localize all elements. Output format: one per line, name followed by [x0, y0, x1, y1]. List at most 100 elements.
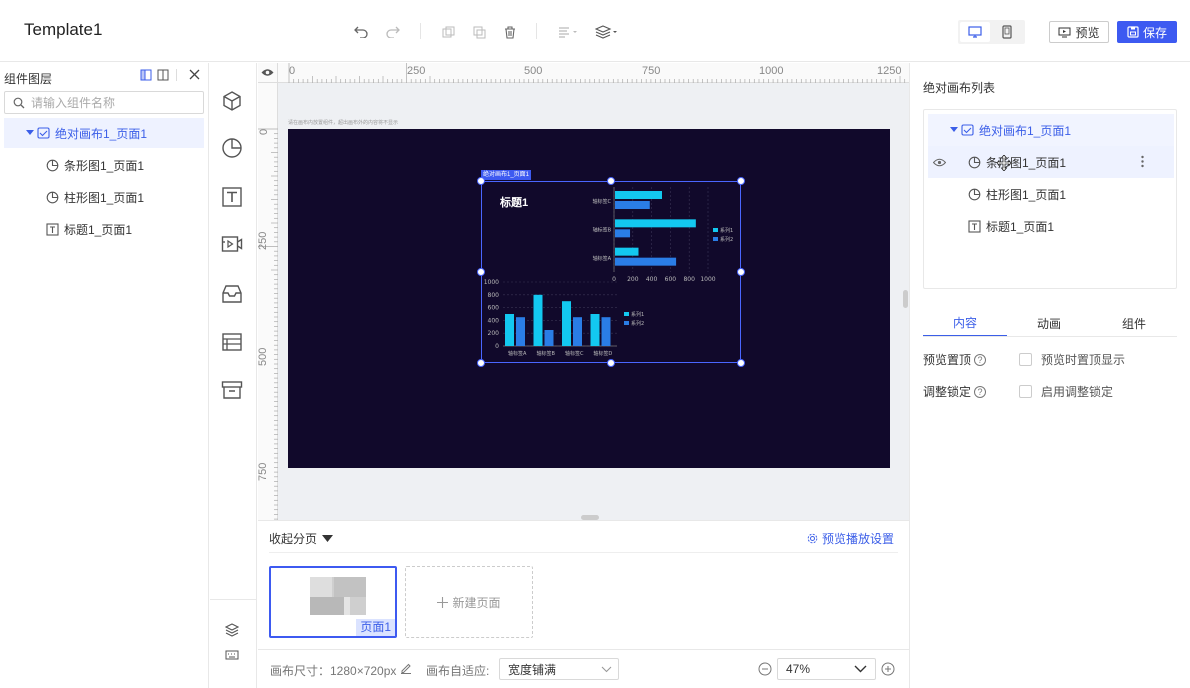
tick-label: 1000	[484, 279, 499, 286]
save-label: 保存	[1142, 25, 1167, 40]
tick-label: 1000	[700, 276, 715, 283]
layers-order-icon[interactable]	[594, 21, 620, 43]
layer-item-label: 条形图1_页面1	[64, 158, 145, 173]
save-button[interactable]: 保存	[1117, 21, 1177, 43]
layer-item-title[interactable]: 标题1_页面1	[4, 214, 204, 244]
archive-icon[interactable]	[220, 378, 244, 402]
save-icon	[1127, 26, 1139, 38]
copy-icon[interactable]	[437, 21, 459, 43]
collapse-pages-toggle[interactable]: 收起分页	[269, 530, 334, 547]
canvas-hint: 请在画布内放置组件，超出画布外的内容将不显示	[288, 120, 399, 126]
canvas-icon	[37, 127, 50, 139]
resize-handle[interactable]	[607, 177, 615, 185]
divider	[269, 552, 898, 553]
canvas-list-item-title[interactable]: 标题1_页面1	[928, 210, 1174, 242]
zoom-in-icon[interactable]	[881, 662, 895, 679]
layer-item-canvas[interactable]: 绝对画布1_页面1	[4, 118, 204, 148]
canvas-size-label: 画布尺寸：1280×720px	[270, 664, 397, 678]
resize-handle[interactable]	[737, 359, 745, 367]
fit-select[interactable]: 宽度铺满	[499, 658, 619, 680]
tab-animation[interactable]: 动画	[1007, 309, 1091, 337]
layer-item-column-chart[interactable]: 柱形图1_页面1	[4, 182, 204, 212]
category-label: 轴标签B	[593, 227, 612, 234]
ruler-label: 0	[289, 65, 296, 77]
preview-button[interactable]: 预览	[1049, 21, 1109, 43]
inbox-icon[interactable]	[220, 282, 244, 306]
table-icon[interactable]	[220, 330, 244, 354]
horizontal-ruler: 0 250 500 750 1000 1250	[258, 63, 909, 83]
canvas-list-item-bar-chart[interactable]: 条形图1_页面1	[928, 146, 1174, 178]
canvas-list-item-column-chart[interactable]: 柱形图1_页面1	[928, 178, 1174, 210]
page-strip: 收起分页 预览播放设置 页面1 新建页面	[258, 520, 909, 648]
text-icon[interactable]	[220, 185, 244, 209]
ruler-label: 1000	[759, 65, 784, 77]
zoom-select[interactable]: 47%	[777, 658, 876, 680]
canvas-list-title: 绝对画布列表	[923, 81, 996, 95]
category-label: 轴标签C	[565, 350, 584, 357]
dock-left-icon[interactable]	[140, 69, 152, 84]
plus-icon	[437, 596, 449, 608]
dock-right-icon[interactable]	[157, 69, 169, 84]
resize-handle[interactable]	[477, 268, 485, 276]
preview-label: 预览	[1075, 25, 1100, 40]
eye-icon[interactable]	[258, 63, 278, 83]
paste-icon[interactable]	[468, 21, 490, 43]
chart-title: 标题1	[500, 197, 529, 209]
chevron-down-icon	[601, 666, 612, 673]
help-icon[interactable]: ?	[974, 385, 987, 398]
bar	[615, 257, 677, 266]
legend-label: 系列2	[720, 236, 733, 243]
ruler-label: 500	[257, 347, 269, 366]
layer-item-bar-chart[interactable]: 条形图1_页面1	[4, 150, 204, 180]
keyboard-icon[interactable]	[220, 643, 244, 667]
page-thumbnail[interactable]: 页面1	[269, 566, 397, 638]
properties-panel: 绝对画布列表 绝对画布1_页面1 条形图1_页面1 柱形图1_页面1 标题1_页…	[909, 63, 1190, 688]
vertical-scrollbar[interactable]	[903, 290, 908, 308]
search-input[interactable]	[31, 95, 191, 110]
bar	[615, 201, 650, 209]
resize-handle[interactable]	[737, 268, 745, 276]
desktop-view-button[interactable]	[960, 22, 990, 42]
layers-icon[interactable]	[220, 618, 244, 642]
cube-icon[interactable]	[220, 89, 244, 113]
tick-label: 200	[488, 330, 500, 337]
undo-icon[interactable]	[350, 21, 372, 43]
layer-item-label: 柱形图1_页面1	[64, 190, 145, 205]
layers-panel-title: 组件图层	[4, 72, 53, 86]
new-page-button[interactable]: 新建页面	[405, 566, 533, 638]
lock-adjust-checkbox[interactable]	[1019, 385, 1032, 398]
help-icon[interactable]: ?	[974, 353, 987, 366]
align-icon[interactable]	[556, 21, 582, 43]
canvas-list-item-root[interactable]: 绝对画布1_页面1	[928, 114, 1174, 146]
layer-item-label: 标题1_页面1	[64, 222, 133, 237]
horizontal-bar-chart[interactable]: 0 200 400 600 800 1000轴标签A轴标签B轴标签C系列1系列2	[583, 185, 738, 285]
lock-adjust-option: 启用调整锁定	[1019, 383, 1113, 400]
bar	[615, 229, 631, 238]
eye-icon	[933, 158, 946, 166]
pin-preview-checkbox[interactable]	[1019, 353, 1032, 366]
tab-content[interactable]: 内容	[923, 309, 1007, 337]
status-bar: 画布尺寸：1280×720px 画布自适应: 宽度铺满 47%	[258, 649, 909, 688]
resize-handle[interactable]	[737, 177, 745, 185]
preview-settings-label: 预览播放设置	[821, 532, 894, 546]
top-toolbar: Template1 预览 保存	[0, 0, 1190, 62]
video-icon[interactable]	[220, 232, 244, 256]
bar	[505, 314, 514, 346]
zoom-out-icon[interactable]	[758, 662, 772, 679]
bar	[544, 330, 554, 346]
mobile-view-button[interactable]	[992, 22, 1022, 42]
vertical-bar-chart[interactable]: 0 200 400 600 800 1000 轴标签A 轴标签B 轴标签C 轴标签D 系列1 系列2	[483, 278, 653, 361]
delete-icon[interactable]	[499, 21, 521, 43]
search-icon	[13, 97, 25, 109]
ruler-label: 750	[642, 65, 661, 77]
edit-icon[interactable]	[400, 662, 412, 677]
redo-icon[interactable]	[382, 21, 404, 43]
fit-label: 画布自适应:	[426, 664, 490, 678]
tab-component[interactable]: 组件	[1091, 309, 1177, 337]
pie-chart-icon[interactable]	[220, 136, 244, 160]
selection-tag: 绝对画布1_页面1	[481, 170, 532, 180]
pie-chart-icon	[46, 159, 59, 171]
preview-settings-link[interactable]: 预览播放设置	[807, 530, 894, 547]
close-icon[interactable]	[189, 69, 200, 83]
resize-handle[interactable]	[477, 177, 485, 185]
